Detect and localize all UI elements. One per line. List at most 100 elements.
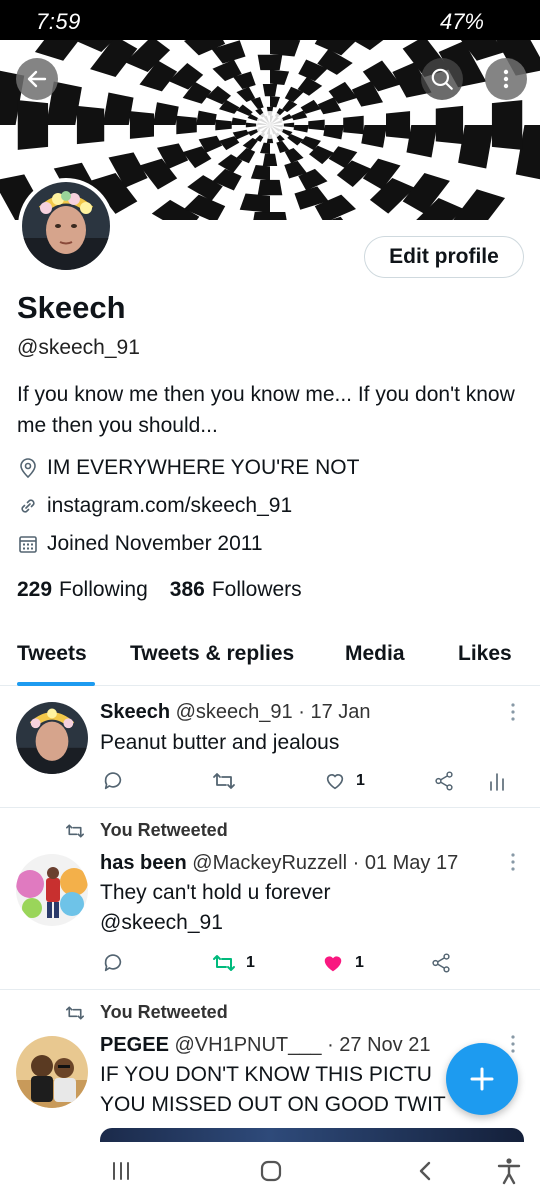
tweet-more-icon[interactable] — [506, 852, 520, 872]
tweet-author-name[interactable]: PEGEE — [100, 1034, 169, 1056]
home-button[interactable] — [256, 1156, 286, 1186]
retweet-icon — [66, 823, 84, 838]
analytics-button[interactable] — [488, 770, 506, 792]
search-button[interactable] — [421, 58, 463, 100]
accessibility-button[interactable] — [494, 1156, 524, 1186]
tweet-mention[interactable]: @skeech_91 — [100, 908, 520, 938]
share-button[interactable] — [433, 770, 455, 792]
tweet-text: Peanut butter and jealous — [100, 731, 340, 754]
banner-tile — [262, 83, 278, 97]
tweet-author-name[interactable]: has been — [100, 852, 187, 874]
tweet-more-icon[interactable] — [506, 1034, 520, 1054]
tweet-date: · 01 May 17 — [352, 852, 459, 874]
home-icon — [260, 1160, 282, 1182]
website-link[interactable]: instagram.com/skeech_91 — [47, 494, 292, 518]
more-options-button[interactable] — [485, 58, 527, 100]
retweet-button[interactable] — [212, 770, 236, 792]
back-arrow-icon — [27, 70, 47, 88]
banner-tile — [215, 119, 232, 131]
like-button[interactable]: 1 — [321, 952, 364, 974]
tweet-text-block: They can't hold u forever @skeech_91 — [100, 878, 520, 938]
profile-handle: @skeech_91 — [17, 336, 140, 359]
share-icon — [435, 771, 453, 791]
profile-tabs: Tweets Tweets & replies Media Likes — [0, 636, 540, 686]
compose-tweet-button[interactable] — [446, 1043, 518, 1115]
retweet-button[interactable]: 1 — [212, 952, 255, 974]
tweet-media-preview[interactable] — [100, 1128, 524, 1142]
tab-media[interactable]: Media — [345, 642, 405, 666]
tweet-avatar-image — [16, 1036, 88, 1108]
tweet-author-handle: @skeech_91 — [175, 701, 293, 723]
back-button[interactable] — [16, 58, 58, 100]
following-link[interactable]: 229 Following — [17, 578, 148, 602]
like-button[interactable]: 1 — [324, 770, 365, 792]
more-vertical-icon — [503, 69, 509, 89]
search-icon — [431, 68, 453, 90]
banner-tile — [491, 100, 523, 150]
reply-icon — [104, 772, 122, 790]
tweet-header: PEGEE @VH1PNUT___ · 27 Nov 21 — [100, 1034, 430, 1057]
banner-tile — [129, 111, 154, 139]
retweet-indicator-label: You Retweeted — [100, 820, 228, 840]
followers-link[interactable]: 386 Followers — [170, 578, 302, 602]
tweet-header: Skeech @skeech_91 · 17 Jan — [100, 701, 371, 724]
reply-button[interactable] — [102, 770, 124, 792]
tab-tweets[interactable]: Tweets — [17, 642, 87, 666]
profile-name: Skeech — [17, 290, 126, 325]
share-button[interactable] — [430, 952, 452, 974]
status-battery: 47% — [439, 9, 484, 34]
plus-icon — [470, 1067, 494, 1091]
location-text: IM EVERYWHERE YOU'RE NOT — [47, 456, 360, 479]
heart-icon — [326, 774, 344, 790]
nav-back-button[interactable] — [410, 1156, 440, 1186]
banner-tile — [308, 119, 325, 131]
avatar-image — [22, 182, 110, 270]
banner-tile — [176, 115, 197, 135]
tweet-item[interactable]: You Retweeted has been @MackeyRuzzell · … — [0, 808, 540, 990]
tweet-avatar-image — [16, 702, 88, 774]
follow-stats: 229 Following 386 Followers — [17, 578, 324, 602]
recent-apps-icon — [113, 1162, 129, 1180]
edit-profile-button[interactable]: Edit profile — [364, 236, 524, 278]
tweet-author-handle: @MackeyRuzzell — [192, 852, 348, 874]
tweet-avatar[interactable] — [16, 1036, 88, 1108]
banner-tile — [257, 179, 283, 196]
banner-tile — [343, 115, 364, 135]
tweet-item[interactable]: Skeech @skeech_91 · 17 Jan Peanut butter… — [0, 688, 540, 806]
tweet-more-icon[interactable] — [506, 702, 520, 722]
heart-icon — [324, 956, 342, 972]
recent-apps-button[interactable] — [106, 1156, 136, 1186]
system-navigation-bar — [0, 1142, 540, 1200]
tab-likes[interactable]: Likes — [458, 642, 512, 666]
banner-tile — [257, 54, 283, 71]
share-icon — [432, 953, 450, 973]
tab-tweets-replies[interactable]: Tweets & replies — [130, 642, 294, 666]
profile-avatar[interactable] — [18, 178, 114, 274]
retweet-indicator: You Retweeted — [64, 1002, 228, 1023]
followers-label: Followers — [211, 578, 302, 601]
tweet-date: · 27 Nov 21 — [327, 1034, 431, 1056]
banner-tile — [435, 105, 464, 145]
following-label: Following — [59, 578, 148, 601]
retweet-icon — [213, 955, 235, 971]
retweet-indicator-label: You Retweeted — [100, 1002, 228, 1022]
profile-website[interactable]: instagram.com/skeech_91 — [17, 494, 292, 518]
profile-joined: Joined November 2011 — [17, 532, 263, 556]
tweet-avatar[interactable] — [16, 702, 88, 774]
joined-text: Joined November 2011 — [47, 532, 263, 555]
tweet-avatar[interactable] — [16, 854, 88, 926]
active-tab-indicator — [17, 682, 95, 686]
tweet-author-name[interactable]: Skeech — [100, 701, 170, 723]
banner-tile — [17, 100, 49, 150]
retweet-icon — [213, 773, 235, 789]
following-count: 229 — [17, 578, 53, 601]
location-pin-icon — [17, 457, 39, 479]
banner-tile — [76, 105, 105, 145]
like-count: 1 — [355, 954, 364, 971]
reply-button[interactable] — [102, 952, 124, 974]
followers-count: 386 — [169, 578, 205, 601]
link-icon — [17, 495, 39, 517]
status-bar: 7:59 47% — [0, 0, 540, 40]
reply-icon — [104, 954, 122, 972]
banner-tile — [262, 153, 278, 167]
